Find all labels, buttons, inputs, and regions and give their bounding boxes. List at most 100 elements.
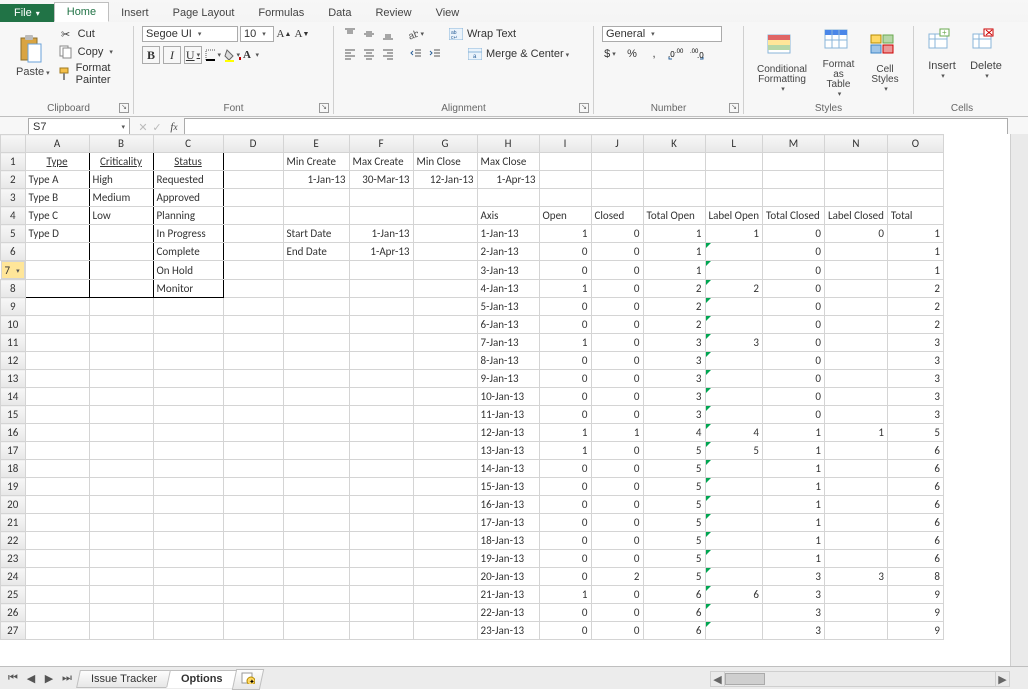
cell-C14[interactable] [153, 388, 223, 406]
cell-O6[interactable]: 1 [887, 243, 943, 261]
row-header-19[interactable]: 19 [1, 478, 26, 496]
sheet-tab-new[interactable]: ✦ [231, 669, 263, 690]
cell-B17[interactable] [89, 442, 153, 460]
cell-F13[interactable] [349, 370, 413, 388]
cell-N9[interactable] [824, 298, 887, 316]
cell-F10[interactable] [349, 316, 413, 334]
cell-K27[interactable]: 6 [643, 622, 705, 640]
cell-M14[interactable]: 0 [762, 388, 824, 406]
cell-M15[interactable]: 0 [762, 406, 824, 424]
tab-insert[interactable]: Insert [109, 4, 161, 22]
cell-C9[interactable] [153, 298, 223, 316]
cell-I14[interactable]: 0 [539, 388, 591, 406]
tab-file[interactable]: File [0, 4, 54, 22]
cell-E11[interactable] [283, 334, 349, 352]
cell-N20[interactable] [824, 496, 887, 514]
cell-B9[interactable] [89, 298, 153, 316]
cell-E25[interactable] [283, 586, 349, 604]
cell-G3[interactable] [413, 189, 477, 207]
row-header-2[interactable]: 2 [1, 171, 26, 189]
cell-F1[interactable]: Max Create [349, 153, 413, 171]
paste-button[interactable]: Paste [12, 32, 54, 80]
cell-G1[interactable]: Min Close [413, 153, 477, 171]
cell-K10[interactable]: 2 [643, 316, 705, 334]
row-header-6[interactable]: 6 [1, 243, 26, 261]
cell-K23[interactable]: 5 [643, 550, 705, 568]
cell-M7[interactable]: 0 [762, 261, 824, 280]
cell-F14[interactable] [349, 388, 413, 406]
cell-M20[interactable]: 1 [762, 496, 824, 514]
cell-L15[interactable] [705, 406, 762, 424]
cell-L25[interactable]: 6 [705, 586, 762, 604]
cell-D5[interactable] [223, 225, 283, 243]
cell-N16[interactable]: 1 [824, 424, 887, 442]
align-bottom-icon[interactable] [380, 26, 396, 42]
percent-button[interactable]: % [624, 46, 640, 62]
cell-D21[interactable] [223, 514, 283, 532]
cell-J25[interactable]: 0 [591, 586, 643, 604]
align-top-icon[interactable] [342, 26, 358, 42]
cell-H6[interactable]: 2-Jan-13 [477, 243, 539, 261]
cell-C22[interactable] [153, 532, 223, 550]
cell-M21[interactable]: 1 [762, 514, 824, 532]
cell-C16[interactable] [153, 424, 223, 442]
cell-B2[interactable]: High [89, 171, 153, 189]
cell-G6[interactable] [413, 243, 477, 261]
cell-I12[interactable]: 0 [539, 352, 591, 370]
cell-I27[interactable]: 0 [539, 622, 591, 640]
cell-C3[interactable]: Approved [153, 189, 223, 207]
cell-K9[interactable]: 2 [643, 298, 705, 316]
row-header-12[interactable]: 12 [1, 352, 26, 370]
sheet-nav-next[interactable]: ▶ [40, 669, 58, 687]
cell-I11[interactable]: 1 [539, 334, 591, 352]
cell-F27[interactable] [349, 622, 413, 640]
cell-I6[interactable]: 0 [539, 243, 591, 261]
cell-L17[interactable]: 5 [705, 442, 762, 460]
cell-D20[interactable] [223, 496, 283, 514]
cell-H2[interactable]: 1-Apr-13 [477, 171, 539, 189]
cell-K22[interactable]: 5 [643, 532, 705, 550]
cell-L8[interactable]: 2 [705, 280, 762, 298]
comma-button[interactable]: , [646, 46, 662, 62]
align-right-icon[interactable] [380, 46, 396, 62]
cell-B10[interactable] [89, 316, 153, 334]
cell-L27[interactable] [705, 622, 762, 640]
horizontal-scrollbar[interactable]: ◀ ▶ [710, 671, 1010, 687]
cell-C8[interactable]: Monitor [153, 280, 223, 298]
cell-G14[interactable] [413, 388, 477, 406]
cell-B20[interactable] [89, 496, 153, 514]
cell-H1[interactable]: Max Close [477, 153, 539, 171]
cell-F8[interactable] [349, 280, 413, 298]
col-header-M[interactable]: M [762, 135, 824, 153]
cell-A20[interactable] [25, 496, 89, 514]
sheet-tab-options[interactable]: Options [166, 670, 237, 688]
row-header-7[interactable]: 7 [1, 261, 25, 279]
row-header-27[interactable]: 27 [1, 622, 26, 640]
row-header-13[interactable]: 13 [1, 370, 26, 388]
cell-J18[interactable]: 0 [591, 460, 643, 478]
cell-A10[interactable] [25, 316, 89, 334]
clipboard-launcher[interactable]: ↘ [119, 103, 129, 113]
cell-O19[interactable]: 6 [887, 478, 943, 496]
cell-A19[interactable] [25, 478, 89, 496]
cell-O17[interactable]: 6 [887, 442, 943, 460]
row-header-15[interactable]: 15 [1, 406, 26, 424]
cell-C7[interactable]: On Hold [153, 261, 223, 280]
cell-O26[interactable]: 9 [887, 604, 943, 622]
cell-D8[interactable] [223, 280, 283, 298]
cell-B8[interactable] [89, 280, 153, 298]
row-header-8[interactable]: 8 [1, 280, 26, 298]
cell-K14[interactable]: 3 [643, 388, 705, 406]
align-middle-icon[interactable] [361, 26, 377, 42]
cell-M4[interactable]: Total Closed [762, 207, 824, 225]
cell-E9[interactable] [283, 298, 349, 316]
cell-A25[interactable] [25, 586, 89, 604]
row-header-20[interactable]: 20 [1, 496, 26, 514]
cell-A24[interactable] [25, 568, 89, 586]
cell-styles-button[interactable]: Cell Styles [865, 31, 905, 95]
cell-K25[interactable]: 6 [643, 586, 705, 604]
cell-F9[interactable] [349, 298, 413, 316]
cell-K3[interactable] [643, 189, 705, 207]
accounting-button[interactable]: $ [602, 46, 618, 62]
cell-B27[interactable] [89, 622, 153, 640]
